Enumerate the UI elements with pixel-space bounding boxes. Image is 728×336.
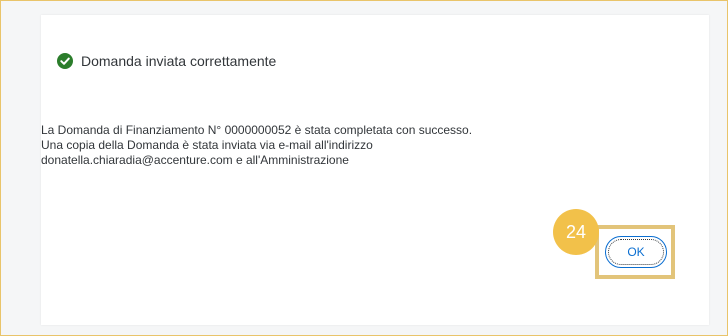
status-text: Domanda inviata correttamente [81, 53, 277, 69]
page-frame: Domanda inviata correttamente La Domanda… [0, 0, 728, 336]
check-circle-icon [57, 53, 73, 69]
ok-button[interactable]: OK [605, 236, 667, 268]
message-line: donatella.chiaradia@accenture.com e all'… [41, 153, 349, 167]
confirmation-message: La Domanda di Finanziamento N° 000000005… [41, 123, 641, 168]
step-number-badge: 24 [553, 209, 599, 255]
status-line: Domanda inviata correttamente [57, 53, 276, 69]
message-line: Una copia della Domanda è stata inviata … [41, 138, 373, 152]
message-line: La Domanda di Finanziamento N° 000000005… [41, 123, 473, 137]
